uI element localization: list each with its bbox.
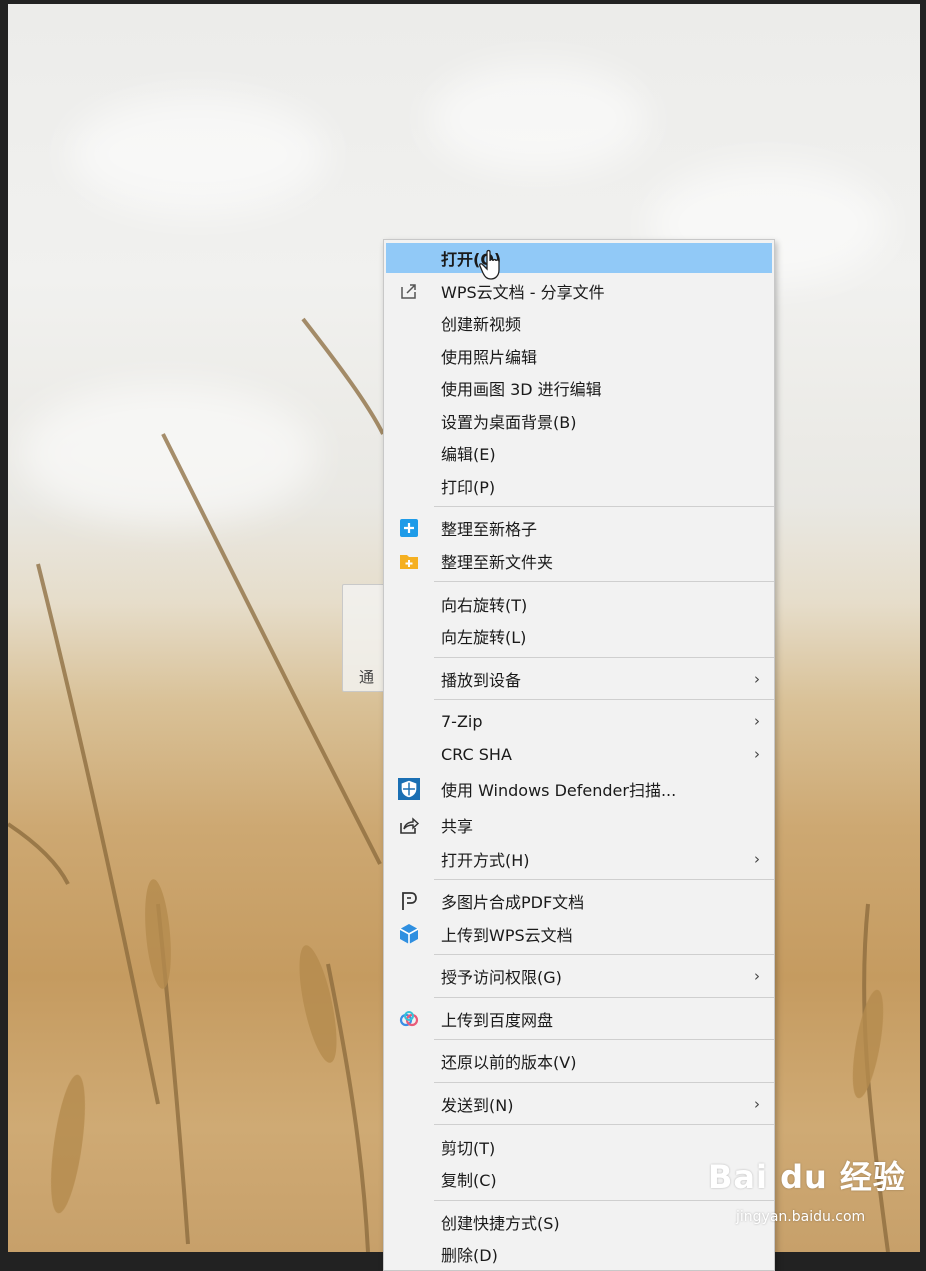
hand-cursor-icon bbox=[479, 249, 500, 280]
menu-item-label: 打印(P) bbox=[441, 478, 496, 497]
chevron-right-icon: › bbox=[754, 745, 760, 763]
menu-item-edit-with-photos[interactable]: 使用照片编辑 bbox=[386, 341, 772, 371]
menu-item-label: 使用 Windows Defender扫描... bbox=[441, 781, 677, 800]
menu-item-label: 剪切(T) bbox=[441, 1139, 496, 1158]
menu-item-label: 创建快捷方式(S) bbox=[441, 1214, 560, 1233]
menu-item-organize-to-grid[interactable]: 整理至新格子 bbox=[386, 513, 772, 543]
menu-item-organize-to-folder[interactable]: 整理至新文件夹 bbox=[386, 546, 772, 576]
menu-item-delete[interactable]: 删除(D) bbox=[386, 1239, 772, 1269]
menu-item-upload-wps-cloud[interactable]: 上传到WPS云文档 bbox=[386, 919, 772, 949]
menu-item-label: 使用画图 3D 进行编辑 bbox=[441, 380, 602, 399]
chevron-right-icon: › bbox=[754, 967, 760, 985]
menu-item-create-video[interactable]: 创建新视频 bbox=[386, 308, 772, 338]
menu-item-label: 打开方式(H) bbox=[441, 851, 530, 870]
watermark-brand: Bai du 经验 bbox=[708, 1158, 906, 1196]
menu-item-restore-previous-versions[interactable]: 还原以前的版本(V) bbox=[386, 1046, 772, 1076]
menu-item-crc-sha[interactable]: CRC SHA › bbox=[386, 739, 772, 769]
menu-item-label: 复制(C) bbox=[441, 1171, 497, 1190]
share-out-icon bbox=[398, 280, 420, 302]
share-icon bbox=[398, 814, 420, 836]
baidu-netdisk-icon bbox=[398, 1008, 420, 1030]
menu-separator bbox=[434, 1124, 774, 1125]
menu-item-print[interactable]: 打印(P) bbox=[386, 471, 772, 501]
menu-item-defender-scan[interactable]: 使用 Windows Defender扫描... bbox=[386, 774, 772, 804]
menu-item-label: 设置为桌面背景(B) bbox=[441, 413, 577, 432]
menu-item-share[interactable]: 共享 bbox=[386, 810, 772, 840]
file-thumbnail-label: 通 bbox=[359, 668, 375, 686]
menu-item-send-to[interactable]: 发送到(N) › bbox=[386, 1089, 772, 1119]
blue-plus-icon bbox=[398, 517, 420, 539]
menu-separator bbox=[434, 1200, 774, 1201]
menu-item-label: 创建新视频 bbox=[441, 315, 522, 334]
menu-item-label: 多图片合成PDF文档 bbox=[441, 893, 585, 912]
menu-item-label: 删除(D) bbox=[441, 1246, 498, 1265]
folder-plus-icon bbox=[398, 550, 420, 572]
menu-item-edit-with-paint3d[interactable]: 使用画图 3D 进行编辑 bbox=[386, 373, 772, 403]
menu-item-label: 上传到百度网盘 bbox=[441, 1011, 554, 1030]
menu-item-label: 上传到WPS云文档 bbox=[441, 926, 573, 945]
menu-item-cast-to-device[interactable]: 播放到设备 › bbox=[386, 664, 772, 694]
menu-item-open[interactable]: 打开(O) bbox=[386, 243, 772, 273]
menu-item-merge-pdf[interactable]: 多图片合成PDF文档 bbox=[386, 886, 772, 916]
chevron-right-icon: › bbox=[754, 712, 760, 730]
menu-item-label: 授予访问权限(G) bbox=[441, 968, 562, 987]
menu-item-label: 使用照片编辑 bbox=[441, 348, 538, 367]
menu-item-upload-baidu-netdisk[interactable]: 上传到百度网盘 bbox=[386, 1004, 772, 1034]
menu-item-rotate-left[interactable]: 向左旋转(L) bbox=[386, 621, 772, 651]
menu-separator bbox=[434, 1039, 774, 1040]
menu-item-rotate-right[interactable]: 向右旋转(T) bbox=[386, 589, 772, 619]
menu-separator bbox=[434, 506, 774, 507]
menu-item-open-with[interactable]: 打开方式(H) › bbox=[386, 844, 772, 874]
menu-item-grant-access[interactable]: 授予访问权限(G) › bbox=[386, 961, 772, 991]
menu-item-label: WPS云文档 - 分享文件 bbox=[441, 283, 605, 302]
wps-cloud-icon bbox=[398, 923, 420, 945]
menu-separator bbox=[434, 997, 774, 998]
menu-item-label: 整理至新格子 bbox=[441, 520, 538, 539]
menu-item-7zip[interactable]: 7-Zip › bbox=[386, 706, 772, 736]
menu-item-label: 发送到(N) bbox=[441, 1096, 514, 1115]
pdf-merge-icon bbox=[398, 890, 420, 912]
menu-separator bbox=[434, 954, 774, 955]
menu-item-wps-share[interactable]: WPS云文档 - 分享文件 bbox=[386, 276, 772, 306]
context-menu: 打开(O) WPS云文档 - 分享文件 创建新视频 使用照片编辑 使用画图 3D… bbox=[383, 239, 775, 1271]
defender-shield-icon bbox=[398, 778, 420, 800]
chevron-right-icon: › bbox=[754, 1095, 760, 1113]
menu-item-label: 向右旋转(T) bbox=[441, 596, 528, 615]
menu-item-edit[interactable]: 编辑(E) bbox=[386, 438, 772, 468]
menu-item-label: 播放到设备 bbox=[441, 671, 522, 690]
menu-separator bbox=[434, 699, 774, 700]
menu-separator bbox=[434, 581, 774, 582]
chevron-right-icon: › bbox=[754, 850, 760, 868]
menu-item-label: 共享 bbox=[441, 817, 474, 836]
menu-item-label: CRC SHA bbox=[441, 744, 512, 764]
chevron-right-icon: › bbox=[754, 670, 760, 688]
menu-item-label: 编辑(E) bbox=[441, 445, 496, 464]
menu-item-create-shortcut[interactable]: 创建快捷方式(S) bbox=[386, 1207, 772, 1237]
menu-item-label: 7-Zip bbox=[441, 711, 483, 731]
menu-separator bbox=[434, 879, 774, 880]
menu-item-set-wallpaper[interactable]: 设置为桌面背景(B) bbox=[386, 406, 772, 436]
menu-separator bbox=[434, 1082, 774, 1083]
menu-separator bbox=[434, 657, 774, 658]
menu-item-label: 还原以前的版本(V) bbox=[441, 1053, 577, 1072]
menu-item-label: 向左旋转(L) bbox=[441, 628, 527, 647]
watermark-url: jingyan.baidu.com bbox=[736, 1209, 866, 1225]
menu-item-label: 整理至新文件夹 bbox=[441, 553, 554, 572]
